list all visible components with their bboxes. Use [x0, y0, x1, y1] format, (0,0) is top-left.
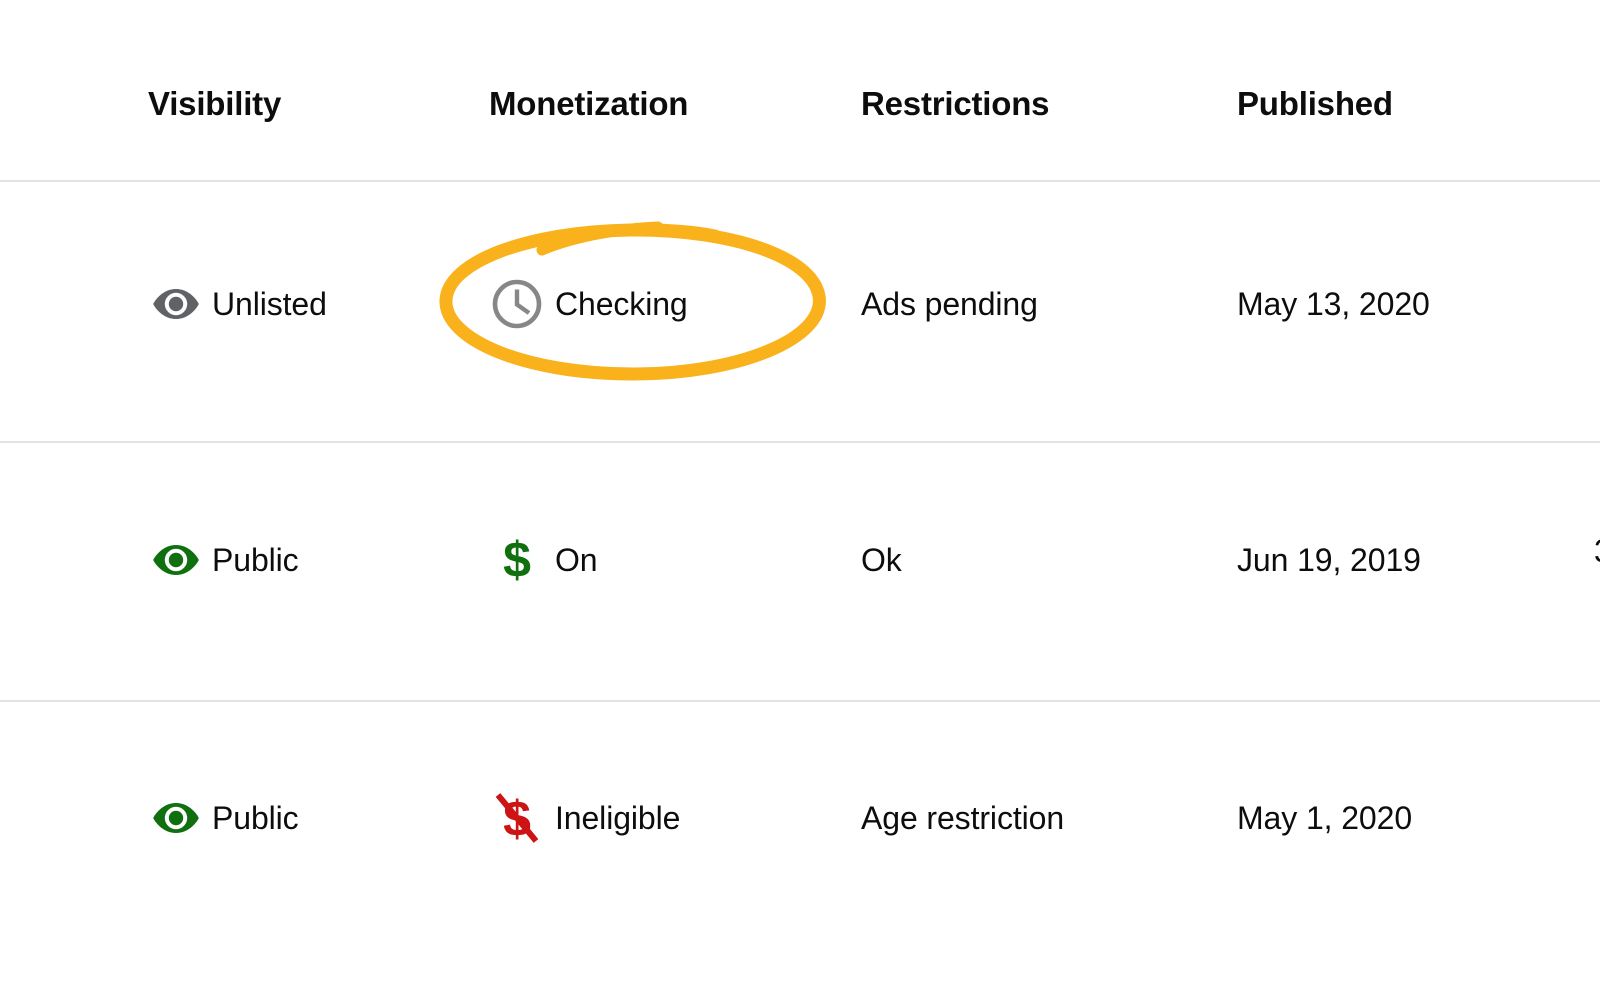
monetization-label: On [555, 541, 598, 578]
monetization-label: Checking [555, 285, 688, 322]
cell-visibility[interactable]: Public [148, 786, 299, 850]
cell-monetization[interactable]: Checking [489, 272, 688, 336]
cell-monetization[interactable]: $ On [489, 528, 598, 592]
cell-monetization[interactable]: $ Ineligible [489, 786, 680, 850]
header-divider [0, 180, 1600, 182]
eye-icon [148, 798, 204, 838]
video-table: Visibility Monetization Restrictions Pub… [0, 0, 1600, 1004]
column-header-visibility[interactable]: Visibility [148, 76, 281, 132]
row-divider [0, 441, 1600, 443]
clock-icon [489, 279, 545, 329]
monetization-label: Ineligible [555, 799, 681, 836]
visibility-label: Public [212, 541, 299, 578]
cell-restrictions[interactable]: Age restriction [861, 786, 1064, 850]
visibility-label: Unlisted [212, 285, 327, 322]
cell-published: Jun 19, 2019 [1237, 541, 1421, 578]
cell-published: May 1, 2020 [1237, 799, 1413, 836]
edge-clipped-text: 3 [1594, 533, 1600, 570]
dollar-sign-slashed-icon: $ [489, 791, 545, 847]
column-header-monetization[interactable]: Monetization [489, 76, 688, 132]
cell-restrictions[interactable]: Ok [861, 528, 902, 592]
svg-text:$: $ [503, 532, 531, 588]
cell-published: May 13, 2020 [1237, 285, 1430, 322]
column-header-restrictions[interactable]: Restrictions [861, 76, 1050, 132]
dollar-sign-icon: $ [489, 532, 545, 588]
cell-restrictions[interactable]: Ads pending [861, 272, 1038, 336]
eye-icon [148, 540, 204, 580]
cell-visibility[interactable]: Unlisted [148, 272, 327, 336]
eye-icon [148, 284, 204, 324]
table-row[interactable]: Unlisted Checking Ads pending May 13, 20… [0, 272, 1600, 336]
column-header-published[interactable]: Published [1237, 76, 1393, 132]
table-row[interactable]: Public $ Ineligible Age restriction May … [0, 786, 1600, 850]
cell-visibility[interactable]: Public [148, 528, 299, 592]
video-list-screen: Visibility Monetization Restrictions Pub… [0, 0, 1600, 1004]
table-row[interactable]: Public $ On Ok Jun 19, 2019 [0, 528, 1600, 592]
table-header-row: Visibility Monetization Restrictions Pub… [0, 76, 1600, 132]
visibility-label: Public [212, 799, 299, 836]
row-divider [0, 700, 1600, 702]
